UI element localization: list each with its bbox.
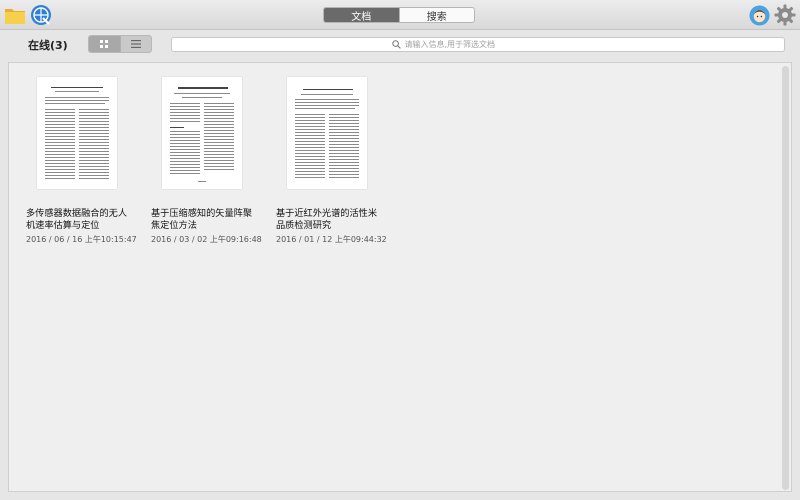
- filter-search-input[interactable]: [404, 40, 565, 49]
- list-view-button[interactable]: [119, 36, 151, 52]
- avatar-icon[interactable]: [749, 5, 770, 26]
- document-title: 基于近红外光谱的活性米品质检测研究: [276, 208, 378, 231]
- gear-icon[interactable]: [774, 4, 796, 26]
- view-tab-switcher: 文档 搜索: [323, 7, 475, 23]
- folder-icon[interactable]: [4, 5, 26, 25]
- filter-search-box[interactable]: [171, 37, 785, 52]
- document-date: 2016 / 01 / 12 上午09:44:32: [276, 235, 387, 244]
- title-bar: 文档 搜索: [0, 0, 800, 30]
- tab-documents[interactable]: 文档: [324, 8, 399, 22]
- document-thumbnail[interactable]: [162, 77, 242, 189]
- online-count-label: 在线(3): [28, 39, 68, 52]
- document-thumbnail[interactable]: [37, 77, 117, 189]
- grid-view-button[interactable]: [89, 36, 120, 52]
- globe-icon[interactable]: [30, 4, 52, 26]
- view-mode-toggle: [88, 35, 152, 53]
- document-title: 多传感器数据融合的无人机速率估算与定位: [26, 208, 128, 231]
- grid-icon: [100, 40, 109, 48]
- document-date: 2016 / 03 / 02 上午09:16:48: [151, 235, 262, 244]
- document-date: 2016 / 06 / 16 上午10:15:47: [26, 235, 137, 244]
- document-thumbnail[interactable]: [287, 77, 367, 189]
- document-title: 基于压缩感知的矢量阵聚焦定位方法: [151, 208, 253, 231]
- search-icon: [391, 40, 401, 49]
- vertical-scrollbar[interactable]: [782, 66, 789, 490]
- list-icon: [130, 40, 141, 48]
- document-grid-panel: [8, 62, 792, 492]
- tab-search[interactable]: 搜索: [398, 8, 475, 22]
